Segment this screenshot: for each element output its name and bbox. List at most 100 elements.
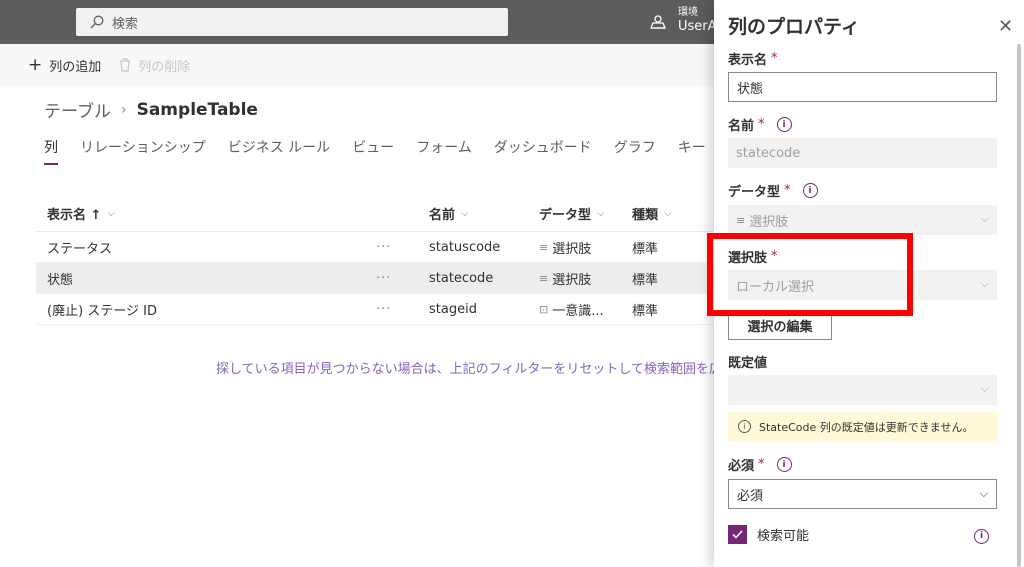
searchable-label: 検索可能 [757,529,810,544]
environment-picker[interactable]: 環境 UserA [650,6,717,34]
data-type-header-label: データ型 [539,208,592,223]
default-value-dropdown: ⌵ [728,375,997,405]
panel-scrollbar[interactable] [1017,44,1021,567]
column-header-display-name[interactable]: 表示名 ↑ ⌵ [36,204,376,223]
breadcrumb-tables-link[interactable]: テーブル [44,97,111,122]
row-display-name: 状態 [47,272,74,288]
add-column-label: 列の追加 [49,59,102,75]
tab-business-rules[interactable]: ビジネス ルール [228,137,330,165]
data-type-dropdown: ≡ 選択肢 ⌵ [728,205,997,235]
name-header-label: 名前 [429,208,456,223]
row-data-type: 選択肢 [552,241,592,257]
info-icon: i [738,420,751,433]
required-dropdown[interactable]: 必須 ⌵ [728,479,997,509]
chevron-right-icon: › [120,101,127,118]
chevron-down-icon: ⌵ [664,208,672,219]
tab-relationships[interactable]: リレーションシップ [80,137,206,165]
display-name-value: 状態 [737,81,764,97]
chevron-down-icon: ⌵ [461,208,469,219]
chevron-down-icon: ⌵ [979,487,988,500]
search-box[interactable]: 検索 [76,8,508,36]
kind-header-label: 種類 [632,208,659,223]
row-kind: 標準 [632,303,659,319]
close-icon[interactable]: ✕ [998,18,1013,36]
tab-keys[interactable]: キー [678,137,706,165]
delete-column-label: 列の削除 [138,59,191,75]
info-icon[interactable]: i [776,457,792,472]
tab-forms[interactable]: フォーム [416,137,472,165]
environment-icon [650,15,666,29]
row-name: stageid [429,301,477,317]
environment-label: 環境 [678,7,698,18]
choice-type-icon: ≡ [539,271,549,285]
table-row[interactable]: ステータス ··· statuscode ≡ 選択肢 標準 [36,232,714,263]
add-column-button[interactable]: + 列の追加 [28,56,101,75]
column-header-kind[interactable]: 種類 ⌵ [632,204,712,223]
choice-type-icon: ≡ [539,240,549,254]
table-row[interactable]: (廃止) ステージ ID ··· stageid ⊡ 一意識... 標準 [36,294,714,325]
searchable-row: 検索可能 i [728,525,997,544]
trash-icon [120,58,131,72]
info-icon[interactable]: i [776,117,792,132]
required-marker: * [758,457,765,472]
chevron-down-icon: ⌵ [597,208,605,219]
more-actions-icon[interactable]: ··· [376,240,429,255]
chevron-down-icon: ⌵ [980,382,989,395]
notice-text: StateCode 列の既定値は更新できません。 [759,420,974,434]
tab-columns[interactable]: 列 [44,137,58,165]
breadcrumb: テーブル › SampleTable [44,97,258,123]
unique-identifier-type-icon: ⊡ [539,302,549,316]
delete-column-button[interactable]: 列の削除 [119,56,190,75]
info-icon[interactable]: i [974,528,989,544]
required-label-text: 必須 [728,459,755,474]
row-display-name: (廃止) ステージ ID [47,303,157,319]
search-icon [90,15,104,29]
environment-value: UserA [678,19,717,34]
row-display-name: ステータス [47,241,113,257]
more-actions-icon[interactable]: ··· [376,271,429,286]
data-type-label: データ型 * i [728,181,818,200]
search-placeholder: 検索 [112,16,139,32]
data-type-label-text: データ型 [728,185,781,200]
table-tabs: 列 リレーションシップ ビジネス ルール ビュー フォーム ダッシュボード グラ… [44,137,778,165]
panel-title: 列のプロパティ [728,16,860,38]
table-row[interactable]: 状態 ··· statecode ≡ 選択肢 標準 [36,263,714,294]
row-data-type: 一意識... [552,303,604,319]
required-marker: * [784,183,791,198]
info-icon[interactable]: i [802,183,818,198]
name-label: 名前 * i [728,115,792,134]
name-label-text: 名前 [728,119,755,134]
display-name-label: 表示名 * [728,49,778,68]
chevron-down-icon: ⌵ [107,208,116,219]
tab-views[interactable]: ビュー [352,137,394,165]
chevron-down-icon: ⌵ [980,212,989,225]
breadcrumb-current-table: SampleTable [136,99,258,120]
display-name-header-label: 表示名 ↑ [47,208,102,223]
required-marker: * [758,117,765,132]
row-kind: 標準 [632,272,659,288]
table-header: 表示名 ↑ ⌵ 名前 ⌵ データ型 ⌵ 種類 ⌵ [36,196,714,232]
display-name-input[interactable]: 状態 [728,72,997,102]
data-type-value: 選択肢 [749,214,789,230]
row-data-type: 選択肢 [552,272,592,288]
plus-icon: + [28,54,43,75]
required-marker: * [771,51,778,66]
tab-dashboards[interactable]: ダッシュボード [494,137,592,165]
searchable-checkbox[interactable] [728,525,747,544]
required-label: 必須 * i [728,455,792,474]
command-bar: + 列の追加 列の削除 [0,44,714,86]
row-name: statecode [429,270,494,286]
name-field: statecode [728,138,997,168]
checkmark-icon [732,530,743,539]
row-name: statuscode [429,239,501,255]
column-header-data-type[interactable]: データ型 ⌵ [539,204,632,223]
column-header-name[interactable]: 名前 ⌵ [429,204,539,223]
columns-table: 表示名 ↑ ⌵ 名前 ⌵ データ型 ⌵ 種類 ⌵ ステータス ··· statuscod… [36,196,714,325]
default-value-label: 既定値 [728,356,768,371]
choice-type-icon: ≡ [736,213,746,227]
highlight-annotation [707,233,913,316]
default-value-notice: i StateCode 列の既定値は更新できません。 [728,412,997,441]
more-actions-icon[interactable]: ··· [376,302,429,317]
tab-charts[interactable]: グラフ [614,137,656,165]
row-kind: 標準 [632,241,659,257]
